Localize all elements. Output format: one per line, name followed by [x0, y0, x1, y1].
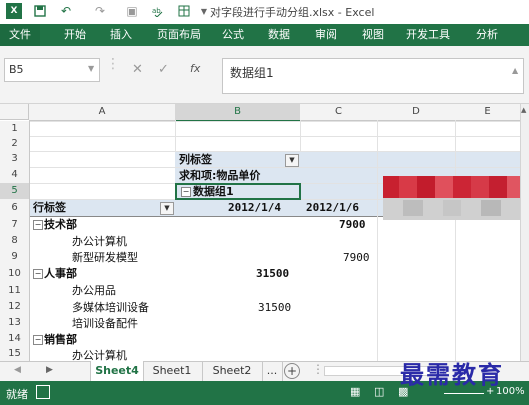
- row-header[interactable]: 15: [0, 347, 30, 362]
- row-header[interactable]: 13: [0, 315, 30, 332]
- separator-dots-icon: ⋮: [106, 56, 120, 72]
- row-header[interactable]: 3: [0, 151, 30, 168]
- spellcheck-icon[interactable]: ab: [150, 3, 166, 19]
- watermark-logo: 最需教育: [400, 360, 504, 389]
- table-icon[interactable]: [176, 3, 192, 19]
- expand-formula-icon[interactable]: ▲: [512, 66, 518, 75]
- row-header-active[interactable]: 5: [0, 183, 30, 200]
- save-icon[interactable]: [32, 3, 48, 19]
- sheet-tab-active[interactable]: Sheet4: [90, 361, 144, 383]
- pivot-item: 办公计算机: [72, 235, 127, 248]
- name-box-dropdown-icon[interactable]: ▼: [88, 64, 94, 73]
- row-header[interactable]: 4: [0, 167, 30, 184]
- pivot-dept: 技术部: [44, 218, 77, 231]
- row-header[interactable]: 2: [0, 136, 30, 152]
- row-header[interactable]: 12: [0, 299, 30, 316]
- row-labels-filter-icon[interactable]: ▼: [160, 202, 174, 215]
- vertical-scrollbar[interactable]: [520, 104, 529, 361]
- pivot-sum-label: 求和项:物品单价: [179, 169, 261, 182]
- pivot-dept: 人事部: [44, 267, 77, 280]
- pivot-item: 培训设备配件: [72, 317, 138, 330]
- name-box[interactable]: B5: [4, 58, 100, 82]
- collapse-dept-icon[interactable]: −: [33, 335, 43, 345]
- col-header-e[interactable]: E: [455, 104, 521, 121]
- tab-home[interactable]: 开始: [64, 24, 86, 46]
- col-header-a[interactable]: A: [29, 104, 176, 121]
- prev-sheet-icon[interactable]: ◀: [14, 365, 21, 375]
- camera-icon[interactable]: ▣: [124, 3, 140, 19]
- redo-icon[interactable]: ↷: [92, 3, 108, 19]
- excel-icon: X: [6, 3, 22, 19]
- row-header[interactable]: 7: [0, 216, 30, 234]
- sheet-tab[interactable]: Sheet2: [202, 361, 263, 381]
- pivot-col-labels: 列标签: [179, 153, 212, 166]
- select-all-corner[interactable]: [0, 104, 29, 120]
- redacted-region: [383, 176, 529, 220]
- undo-icon[interactable]: ↶: [58, 3, 74, 19]
- status-ready: 就绪: [6, 388, 28, 401]
- row-header[interactable]: 8: [0, 233, 30, 250]
- collapse-group-icon[interactable]: −: [181, 187, 191, 197]
- pivot-date-2: 2012/1/6: [306, 201, 359, 214]
- ribbon-tabs: 文件 开始 插入 页面布局 公式 数据 审阅 视图 开发工具 分析: [0, 24, 529, 46]
- cancel-icon[interactable]: ✕: [132, 62, 143, 77]
- formula-value: 数据组1: [230, 66, 274, 80]
- col-header-d[interactable]: D: [377, 104, 456, 121]
- pivot-group-label: 数据组1: [193, 185, 234, 198]
- sheet-tab[interactable]: Sheet1: [142, 361, 203, 381]
- row-header[interactable]: 11: [0, 282, 30, 300]
- pivot-dept-total: 31500: [256, 267, 290, 280]
- pivot-date-1: 2012/1/4: [228, 201, 281, 214]
- pivot-item: 新型研发模型: [72, 251, 138, 264]
- pivot-row-labels: 行标签: [33, 201, 66, 214]
- col-labels-filter-icon[interactable]: ▼: [285, 154, 299, 167]
- window-title: 对字段进行手动分组.xlsx - Excel: [210, 6, 375, 19]
- col-header-b[interactable]: B: [175, 104, 301, 122]
- tab-insert[interactable]: 插入: [110, 24, 132, 46]
- tab-review[interactable]: 审阅: [315, 24, 337, 46]
- tab-file[interactable]: 文件: [0, 24, 40, 46]
- more-sheets[interactable]: ...: [262, 361, 283, 381]
- pivot-value: 31500: [258, 301, 292, 314]
- pivot-item: 办公用品: [72, 284, 116, 297]
- tab-analyze[interactable]: 分析: [476, 24, 498, 46]
- splitter-icon[interactable]: ⋮: [312, 362, 324, 376]
- page-layout-view-icon[interactable]: ◫: [374, 385, 384, 398]
- row-header[interactable]: 9: [0, 249, 30, 266]
- collapse-dept-icon[interactable]: −: [33, 269, 43, 279]
- pivot-item: 多媒体培训设备: [72, 301, 149, 314]
- collapse-dept-icon[interactable]: −: [33, 220, 43, 230]
- add-sheet-icon[interactable]: +: [284, 363, 300, 379]
- enter-icon[interactable]: ✓: [158, 62, 169, 77]
- col-header-c[interactable]: C: [300, 104, 378, 121]
- insert-function-icon[interactable]: fx: [190, 62, 200, 75]
- row-header[interactable]: 10: [0, 265, 30, 283]
- pivot-dept: 销售部: [44, 333, 77, 346]
- normal-view-icon[interactable]: ▦: [350, 385, 360, 398]
- next-sheet-icon[interactable]: ▶: [46, 365, 53, 375]
- scroll-up-icon[interactable]: ▲: [521, 106, 526, 114]
- tab-formulas[interactable]: 公式: [222, 24, 244, 46]
- row-header[interactable]: 14: [0, 331, 30, 348]
- tab-data[interactable]: 数据: [268, 24, 290, 46]
- tab-view[interactable]: 视图: [362, 24, 384, 46]
- tab-developer[interactable]: 开发工具: [406, 24, 450, 46]
- tab-page-layout[interactable]: 页面布局: [157, 24, 201, 46]
- macro-record-icon[interactable]: [36, 385, 50, 399]
- row-header[interactable]: 1: [0, 121, 30, 137]
- pivot-value: 7900: [343, 251, 370, 264]
- title-bar: X ↶ ↷ ▣ ab ▼ 对字段进行手动分组.xlsx - Excel: [0, 0, 529, 24]
- pivot-dept-total: 7900: [339, 218, 366, 231]
- row-header[interactable]: 6: [0, 199, 30, 217]
- zoom-slider[interactable]: [444, 393, 484, 394]
